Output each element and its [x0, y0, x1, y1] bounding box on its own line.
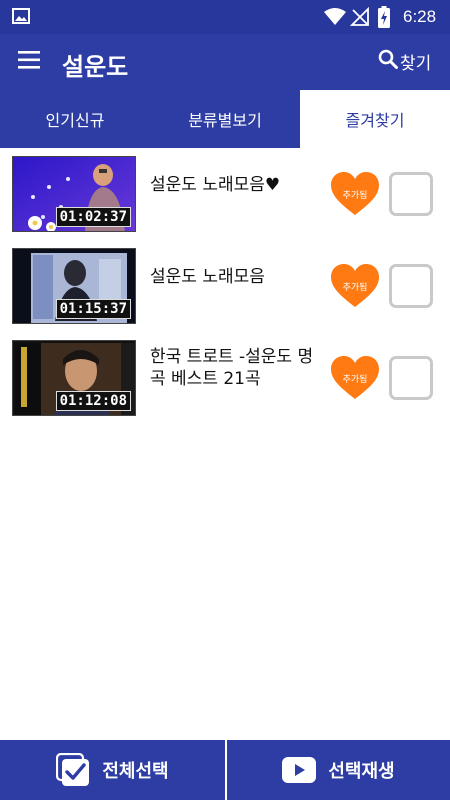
video-thumbnail[interactable]: 01:15:37 [12, 248, 136, 324]
video-list: 01:02:37 설운도 노래모음♥ 추가됨 01:15:37 설운도 노래모음… [0, 148, 450, 424]
select-all-label: 전체선택 [102, 761, 169, 782]
favorite-added-label: 추가됨 [342, 375, 368, 385]
tab-categories[interactable]: 분류별보기 [150, 90, 300, 148]
play-selected-button[interactable]: 선택재생 [225, 740, 450, 800]
list-item[interactable]: 01:15:37 설운도 노래모음 추가됨 [0, 240, 450, 332]
tab-popular-new[interactable]: 인기신규 [0, 90, 150, 148]
video-thumbnail[interactable]: 01:12:08 [12, 340, 136, 416]
play-icon [282, 757, 317, 783]
search-icon [378, 49, 398, 73]
select-checkbox[interactable] [389, 264, 433, 308]
tab-bar: 인기신규 분류별보기 즐겨찾기 [0, 90, 450, 148]
select-all-check-icon [56, 753, 90, 787]
menu-icon[interactable] [18, 50, 44, 72]
bottom-action-bar: 전체선택 선택재생 [0, 740, 450, 800]
tab-favorites[interactable]: 즐겨찾기 [300, 90, 450, 148]
play-selected-label: 선택재생 [328, 761, 395, 782]
video-duration: 01:02:37 [55, 207, 131, 227]
status-bar: 6:28 [0, 0, 450, 34]
list-item[interactable]: 01:12:08 한국 트로트 -설운도 명곡 베스트 21곡 추가됨 [0, 332, 450, 424]
select-checkbox[interactable] [389, 356, 433, 400]
select-all-button[interactable]: 전체선택 [0, 740, 225, 800]
search-button[interactable]: 찾기 [378, 46, 431, 76]
video-title[interactable]: 설운도 노래모음♥ [150, 174, 320, 196]
video-duration: 01:12:08 [55, 391, 131, 411]
favorite-heart-icon[interactable]: 추가됨 [331, 264, 379, 308]
favorite-heart-icon[interactable]: 추가됨 [331, 356, 379, 400]
video-thumbnail[interactable]: 01:02:37 [12, 156, 136, 232]
status-time: 6:28 [403, 7, 437, 26]
app-title: 설운도 [62, 53, 129, 81]
app-bar: 설운도 찾기 [0, 34, 450, 90]
video-title[interactable]: 설운도 노래모음 [150, 266, 320, 288]
gallery-icon [12, 8, 30, 28]
favorite-added-label: 추가됨 [342, 283, 368, 293]
signal-off-icon [349, 6, 370, 31]
video-duration: 01:15:37 [55, 299, 131, 319]
search-label: 찾기 [400, 53, 432, 74]
battery-charging-icon [378, 6, 390, 32]
video-title[interactable]: 한국 트로트 -설운도 명곡 베스트 21곡 [150, 346, 320, 390]
select-checkbox[interactable] [389, 172, 433, 216]
favorite-added-label: 추가됨 [342, 191, 368, 201]
favorite-heart-icon[interactable]: 추가됨 [331, 172, 379, 216]
list-item[interactable]: 01:02:37 설운도 노래모음♥ 추가됨 [0, 148, 450, 240]
wifi-icon [324, 8, 346, 30]
